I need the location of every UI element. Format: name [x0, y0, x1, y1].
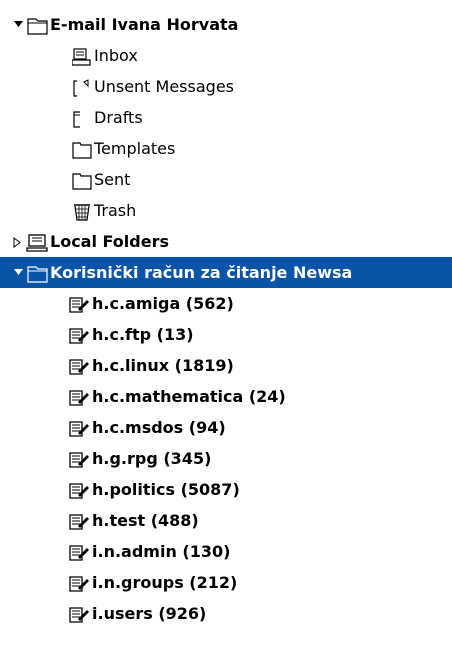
folder-trash[interactable]: Trash: [0, 195, 452, 226]
newsgroup-icon: [68, 542, 90, 562]
newsgroup-item[interactable]: h.politics (5087): [0, 474, 452, 505]
inbox-icon: [71, 46, 94, 66]
newsgroup-icon: [68, 325, 90, 345]
newsgroup-label: h.c.mathematica (24): [92, 387, 286, 406]
folder-label: Inbox: [94, 46, 138, 65]
unsent-folder-icon: [72, 77, 94, 97]
newsgroup-icon: [68, 480, 90, 500]
newsgroup-label: h.c.amiga (562): [92, 294, 234, 313]
folder-icon: [72, 108, 94, 128]
newsgroup-icon: [68, 294, 90, 314]
account-label: E-mail Ivana Horvata: [50, 15, 239, 34]
newsgroup-item[interactable]: h.c.linux (1819): [0, 350, 452, 381]
newsgroup-item[interactable]: h.g.rpg (345): [0, 443, 452, 474]
folder-templates[interactable]: Templates: [0, 133, 452, 164]
account-row-local-folders[interactable]: Local Folders: [0, 226, 452, 257]
account-row-news[interactable]: Korisnički račun za čitanje Newsa: [0, 257, 452, 288]
newsgroup-label: h.test (488): [92, 511, 199, 530]
folder-drafts[interactable]: Drafts: [0, 102, 452, 133]
newsgroup-label: h.politics (5087): [92, 480, 240, 499]
folder-label: Unsent Messages: [94, 77, 234, 96]
folder-tree: E-mail Ivana Horvata Inbox Unsent Messag…: [0, 0, 452, 653]
account-label: Korisnički račun za čitanje Newsa: [50, 263, 353, 282]
newsgroup-item[interactable]: h.c.ftp (13): [0, 319, 452, 350]
newsgroup-item[interactable]: h.c.amiga (562): [0, 288, 452, 319]
newsgroup-icon: [68, 356, 90, 376]
account-folder-icon: [26, 263, 48, 283]
newsgroup-item[interactable]: i.n.groups (212): [0, 567, 452, 598]
newsgroup-label: h.c.ftp (13): [92, 325, 194, 344]
newsgroup-label: h.c.linux (1819): [92, 356, 234, 375]
newsgroup-item[interactable]: h.c.mathematica (24): [0, 381, 452, 412]
newsgroup-icon: [68, 418, 90, 438]
trash-icon: [72, 201, 94, 221]
folder-label: Drafts: [94, 108, 143, 127]
newsgroup-item[interactable]: i.n.admin (130): [0, 536, 452, 567]
newsgroup-label: i.n.admin (130): [92, 542, 231, 561]
computer-icon: [26, 232, 48, 252]
folder-inbox[interactable]: Inbox: [0, 40, 452, 71]
folder-label: Templates: [94, 139, 176, 158]
folder-sent[interactable]: Sent: [0, 164, 452, 195]
newsgroup-item[interactable]: i.users (926): [0, 598, 452, 629]
collapsed-twisty-icon[interactable]: [12, 226, 26, 257]
newsgroup-label: i.n.groups (212): [92, 573, 238, 592]
account-label: Local Folders: [50, 232, 169, 251]
account-row-email[interactable]: E-mail Ivana Horvata: [0, 9, 452, 40]
newsgroup-icon: [68, 449, 90, 469]
newsgroup-icon: [68, 604, 90, 624]
folder-label: Trash: [94, 201, 137, 220]
folder-icon: [72, 170, 94, 190]
folder-icon: [72, 139, 94, 159]
newsgroup-item[interactable]: h.test (488): [0, 505, 452, 536]
newsgroup-label: h.c.msdos (94): [92, 418, 226, 437]
newsgroup-icon: [68, 387, 90, 407]
folder-label: Sent: [94, 170, 131, 189]
newsgroup-label: h.g.rpg (345): [92, 449, 212, 468]
newsgroup-icon: [68, 511, 90, 531]
newsgroup-label: i.users (926): [92, 604, 207, 623]
expanded-twisty-icon[interactable]: [12, 257, 26, 288]
account-folder-icon: [26, 15, 48, 35]
expanded-twisty-icon[interactable]: [12, 9, 26, 40]
newsgroup-icon: [68, 573, 90, 593]
folder-unsent-messages[interactable]: Unsent Messages: [0, 71, 452, 102]
newsgroup-item[interactable]: h.c.msdos (94): [0, 412, 452, 443]
